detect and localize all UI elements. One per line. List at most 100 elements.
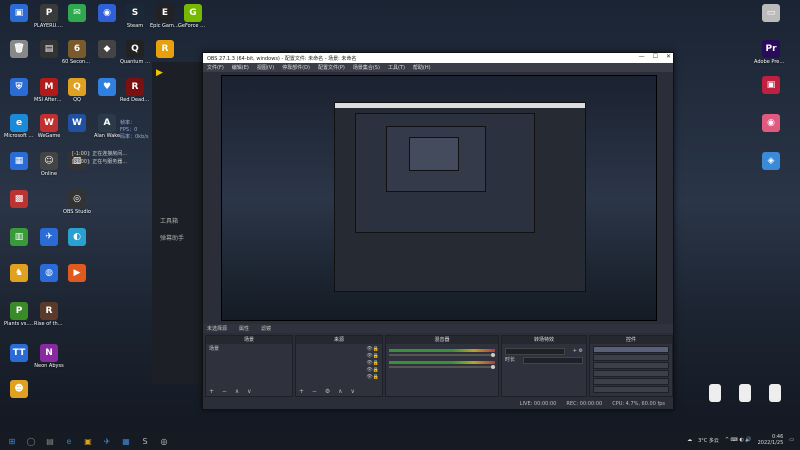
taskbar-app-icon[interactable]: ✈: [100, 434, 114, 448]
sources-toolbar[interactable]: + − ⚙ ∧ ∨: [299, 388, 358, 395]
desktop-icon[interactable]: ⛨: [4, 78, 34, 97]
volume-slider[interactable]: [389, 365, 495, 369]
desktop-icon[interactable]: ◉: [92, 4, 122, 23]
source-toolbar-item[interactable]: 滤镜: [261, 325, 271, 332]
stream-nav-item[interactable]: [152, 246, 207, 254]
desktop-icon[interactable]: ◈: [754, 152, 788, 171]
source-item[interactable]: 👁🔒: [299, 360, 379, 367]
desktop-icon[interactable]: eMicrosoft Edge: [4, 114, 34, 139]
visibility-icon[interactable]: 👁🔒: [366, 353, 379, 360]
desktop-icon[interactable]: EEpic Games Launcher: [150, 4, 180, 29]
desktop-icon[interactable]: ▩: [4, 190, 34, 209]
weather-text[interactable]: 3°C 多云: [698, 437, 719, 444]
desktop-icon[interactable]: TT: [4, 344, 34, 363]
desktop-icon[interactable]: 🗑: [4, 40, 34, 59]
scenes-toolbar[interactable]: + − ∧ ∨: [209, 388, 255, 395]
desktop-file[interactable]: [760, 384, 790, 403]
obs-titlebar[interactable]: OBS 27.1.3 (64-bit, windows) - 配置文件: 未命名…: [203, 53, 673, 63]
slider-knob[interactable]: [491, 365, 495, 369]
stream-nav-item[interactable]: [152, 84, 207, 92]
taskbar-app-icon[interactable]: ▦: [119, 434, 133, 448]
control-button[interactable]: [593, 354, 669, 361]
source-item[interactable]: 👁🔒: [299, 367, 379, 374]
menu-item[interactable]: 编辑(E): [232, 64, 249, 71]
desktop-icon[interactable]: W: [62, 114, 92, 133]
desktop-icon[interactable]: ▣: [4, 4, 34, 23]
desktop-icon[interactable]: QQuantum Break: [120, 40, 150, 65]
control-button[interactable]: [593, 386, 669, 393]
desktop-icon[interactable]: Q QQ: [62, 78, 92, 103]
desktop-icon[interactable]: MMSI Afterburner: [34, 78, 64, 103]
taskbar-app-icon[interactable]: ◎: [157, 434, 171, 448]
menu-item[interactable]: 文件(F): [207, 64, 224, 71]
menu-item[interactable]: 配置文件(P): [318, 64, 345, 71]
visibility-icon[interactable]: 👁🔒: [366, 367, 379, 374]
source-toolbar-item[interactable]: 未选择源: [207, 325, 227, 332]
close-icon[interactable]: ✕: [666, 53, 671, 60]
menu-item[interactable]: 停靠部件(D): [282, 64, 310, 71]
desktop-icon[interactable]: ▶: [62, 264, 92, 283]
weather-icon[interactable]: ☁: [687, 437, 692, 443]
desktop-icon[interactable]: ♥: [92, 78, 122, 97]
stream-nav-item[interactable]: [152, 262, 207, 270]
desktop-icon[interactable]: R: [150, 40, 180, 59]
desktop-icon[interactable]: A Alan Wake: [92, 114, 122, 139]
desktop-icon[interactable]: PPlants vs. Zombies: [4, 302, 34, 327]
clock[interactable]: 0:46 2022/1/25: [758, 434, 784, 446]
transition-type-select[interactable]: [505, 348, 565, 355]
minimize-icon[interactable]: —: [639, 53, 645, 60]
visibility-icon[interactable]: 👁🔒: [366, 360, 379, 367]
desktop-icon[interactable]: PPLAYERU... BATTLEGR...: [34, 4, 64, 29]
maximize-icon[interactable]: ☐: [653, 53, 658, 60]
taskbar-app-icon[interactable]: ◯: [24, 434, 38, 448]
desktop-icon[interactable]: ▭: [754, 4, 788, 23]
desktop-icon[interactable]: ☺ Online: [34, 152, 64, 177]
desktop-icon[interactable]: ▤: [34, 40, 64, 59]
desktop-icon[interactable]: ◆: [92, 40, 122, 59]
taskbar-app-icon[interactable]: S: [138, 434, 152, 448]
menu-item[interactable]: 帮助(H): [413, 64, 431, 71]
visibility-icon[interactable]: 👁🔒: [366, 374, 379, 381]
desktop-icon[interactable]: W WeGame: [34, 114, 64, 139]
desktop-icon[interactable]: ◎ OBS Studio: [62, 190, 92, 215]
obs-preview[interactable]: [221, 75, 657, 321]
desktop-icon[interactable]: ◉: [754, 114, 788, 133]
slider-knob[interactable]: [491, 353, 495, 357]
stream-nav-item[interactable]: 弹幕助手: [152, 229, 207, 246]
desktop-icon[interactable]: ▣: [754, 76, 788, 95]
duration-input[interactable]: [523, 357, 583, 364]
source-item[interactable]: 👁🔒: [299, 346, 379, 353]
desktop-icon[interactable]: S Steam: [120, 4, 150, 29]
desktop-icon[interactable]: ✉: [62, 4, 92, 23]
desktop-icon[interactable]: ♞: [4, 264, 34, 283]
desktop-icon[interactable]: ◐: [62, 228, 92, 247]
notification-icon[interactable]: ▭: [789, 437, 794, 443]
stream-nav-item[interactable]: [152, 254, 207, 262]
desktop-icon[interactable]: ☻: [4, 380, 34, 399]
desktop-icon[interactable]: RRise of the Tomb Rai...: [34, 302, 64, 327]
scene-item[interactable]: 场景: [209, 346, 289, 353]
stream-nav-item[interactable]: 工具箱: [152, 212, 207, 229]
taskbar-app-icon[interactable]: ▣: [81, 434, 95, 448]
control-button[interactable]: [593, 370, 669, 377]
control-button[interactable]: [593, 346, 669, 353]
desktop-icon[interactable]: ▦: [4, 152, 34, 171]
tray-icons[interactable]: ^ ⌨ ◐ 🔊: [725, 437, 752, 443]
desktop-icon[interactable]: ✈: [34, 228, 64, 247]
transition-add-icon[interactable]: + ⚙: [573, 348, 583, 355]
source-toolbar-item[interactable]: 属性: [239, 325, 249, 332]
control-button[interactable]: [593, 378, 669, 385]
taskbar-app-icon[interactable]: e: [62, 434, 76, 448]
desktop-file[interactable]: [700, 384, 730, 403]
control-button[interactable]: [593, 362, 669, 369]
menu-item[interactable]: 场景集合(S): [353, 64, 380, 71]
desktop-file[interactable]: [730, 384, 760, 403]
desktop-icon[interactable]: 660 Seconds! Reatomized: [62, 40, 92, 65]
desktop-icon[interactable]: GGeForce Experience: [178, 4, 208, 29]
menu-item[interactable]: 视图(V): [257, 64, 274, 71]
obs-window[interactable]: OBS 27.1.3 (64-bit, windows) - 配置文件: 未命名…: [202, 52, 674, 410]
volume-slider[interactable]: [389, 353, 495, 357]
visibility-icon[interactable]: 👁🔒: [366, 346, 379, 353]
menu-item[interactable]: 工具(T): [388, 64, 405, 71]
desktop-icon[interactable]: PrAdobe Premiere...: [754, 40, 788, 65]
